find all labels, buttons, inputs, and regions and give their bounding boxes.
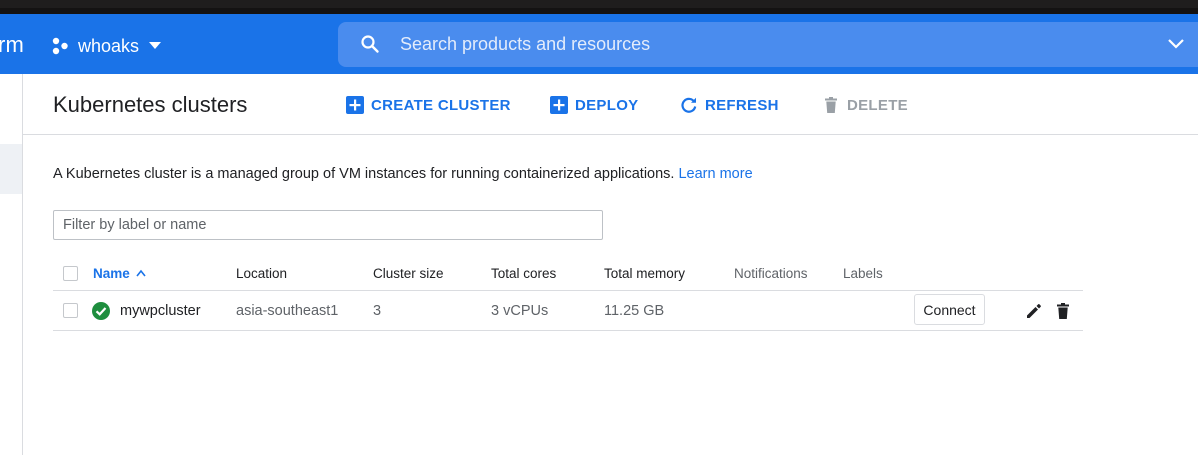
project-name: whoaks bbox=[78, 35, 140, 56]
trash-icon[interactable] bbox=[1054, 302, 1072, 320]
connect-button[interactable]: Connect bbox=[914, 294, 985, 325]
project-nodes-icon bbox=[52, 37, 68, 55]
create-cluster-label: CREATE CLUSTER bbox=[371, 96, 511, 114]
deploy-button[interactable]: DEPLOY bbox=[550, 94, 638, 116]
refresh-icon bbox=[681, 97, 697, 113]
deploy-label: DEPLOY bbox=[575, 96, 639, 114]
create-cluster-button[interactable]: CREATE CLUSTER bbox=[346, 94, 511, 116]
add-box-icon bbox=[346, 96, 364, 114]
search-icon bbox=[361, 35, 379, 53]
clusters-table: Name Location Cluster size Total cores T… bbox=[53, 256, 1083, 331]
trash-icon bbox=[825, 97, 837, 113]
column-header-total-cores[interactable]: Total cores bbox=[491, 256, 556, 290]
description-text: A Kubernetes cluster is a managed group … bbox=[53, 166, 675, 182]
delete-button[interactable]: DELETE bbox=[822, 94, 908, 116]
row-checkbox[interactable] bbox=[63, 303, 78, 318]
left-nav-selected-item[interactable] bbox=[0, 144, 22, 194]
select-all-checkbox[interactable] bbox=[63, 265, 78, 281]
check-circle-icon bbox=[92, 301, 110, 320]
page-header: Kubernetes clusters CREATE CLUSTER DEPLO… bbox=[23, 74, 1198, 135]
search-bar[interactable] bbox=[338, 22, 1198, 67]
cluster-total-memory: 11.25 GB bbox=[604, 302, 665, 319]
chevron-down-icon[interactable] bbox=[1167, 38, 1185, 50]
column-header-name-label: Name bbox=[93, 265, 130, 281]
column-header-location[interactable]: Location bbox=[236, 256, 287, 290]
window-top-strip bbox=[0, 0, 1198, 14]
app-bar: rm whoaks bbox=[0, 14, 1198, 74]
column-header-name[interactable]: Name bbox=[93, 256, 146, 290]
caret-down-icon bbox=[149, 42, 162, 49]
table-header-row: Name Location Cluster size Total cores T… bbox=[53, 256, 1083, 291]
cluster-total-cores: 3 vCPUs bbox=[491, 302, 549, 319]
search-input[interactable] bbox=[400, 30, 1140, 59]
refresh-button[interactable]: REFRESH bbox=[680, 94, 779, 116]
sort-ascending-icon bbox=[136, 269, 146, 277]
column-header-total-memory[interactable]: Total memory bbox=[604, 256, 685, 290]
pencil-icon[interactable] bbox=[1025, 302, 1043, 320]
refresh-label: REFRESH bbox=[705, 96, 779, 114]
page-description: A Kubernetes cluster is a managed group … bbox=[53, 166, 753, 182]
learn-more-link[interactable]: Learn more bbox=[678, 166, 752, 182]
column-header-cluster-size[interactable]: Cluster size bbox=[373, 256, 444, 290]
project-selector[interactable]: whoaks bbox=[50, 34, 162, 58]
column-header-labels: Labels bbox=[843, 265, 883, 281]
column-header-notifications: Notifications bbox=[734, 265, 808, 281]
filter-box[interactable] bbox=[53, 210, 603, 240]
table-row[interactable]: mywpcluster asia-southeast1 3 3 vCPUs 11… bbox=[53, 291, 1083, 331]
brand-name-fragment[interactable]: rm bbox=[0, 32, 24, 58]
add-box-icon bbox=[550, 96, 568, 114]
filter-input[interactable] bbox=[54, 211, 602, 239]
cluster-name[interactable]: mywpcluster bbox=[120, 303, 201, 319]
cluster-location: asia-southeast1 bbox=[236, 302, 339, 319]
cluster-size: 3 bbox=[373, 302, 382, 319]
delete-label: DELETE bbox=[847, 96, 908, 114]
cluster-name-cell[interactable]: mywpcluster bbox=[92, 291, 201, 330]
page-title: Kubernetes clusters bbox=[53, 92, 248, 117]
left-nav-rail bbox=[0, 74, 23, 455]
